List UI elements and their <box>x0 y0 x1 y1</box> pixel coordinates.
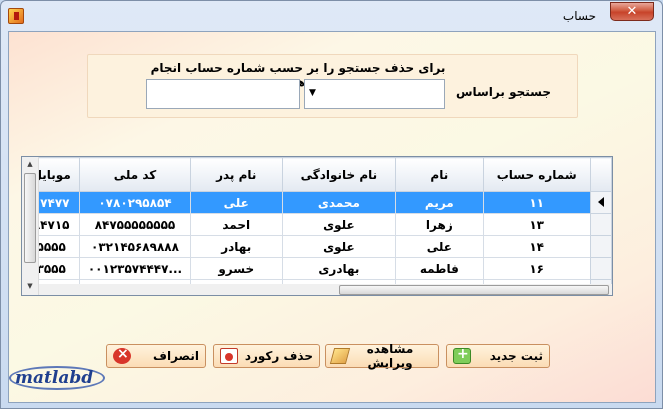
search-field-dropdown[interactable]: ▼ <box>304 79 445 109</box>
cell-father-name[interactable]: بهادر <box>189 235 283 258</box>
table-row-selected[interactable]: ۱۱ مریم محمدی علی ۰۷۸۰۲۹۵۸۵۴ ۱۷۴۷۷ <box>22 191 612 214</box>
cell-father-name[interactable]: احمد <box>189 213 283 236</box>
cell-national-code[interactable]: ۰۳۲۱۴۵۶۸۹۸۸۸ <box>79 235 191 258</box>
logo-text: matlabd <box>15 368 94 388</box>
delete-record-label: حذف رکورد <box>244 349 313 363</box>
row-header-cell[interactable] <box>589 191 612 214</box>
row-header-cell[interactable] <box>589 235 612 258</box>
column-header-national-code[interactable]: کد ملی <box>79 157 191 192</box>
view-edit-label: مشاهده ویرایش <box>366 342 414 370</box>
window-title: حساب <box>562 9 596 23</box>
search-input[interactable] <box>146 79 300 109</box>
cell-last-name[interactable]: علوی <box>281 235 396 258</box>
accounts-grid[interactable]: شماره حساب نام نام خانوادگی نام پدر کد م… <box>21 156 613 296</box>
column-header-last-name[interactable]: نام خانوادگی <box>281 157 396 192</box>
column-header-father-name[interactable]: نام پدر <box>189 157 283 192</box>
cell-account-number[interactable]: ۱۶ <box>482 257 591 280</box>
cell-national-code[interactable]: ۰۷۸۰۲۹۵۸۵۴ <box>79 191 191 214</box>
cell-last-name[interactable]: علوی <box>281 213 396 236</box>
new-record-label: ثبت جدید <box>489 349 543 363</box>
cell-account-number[interactable]: ۱۱ <box>482 191 591 214</box>
app-icon <box>8 8 24 24</box>
horizontal-scrollbar[interactable] <box>39 284 612 295</box>
table-row[interactable]: ۱۴ علی علوی بهادر ۰۳۲۱۴۵۶۸۹۸۸۸ ۵۵۵۵ <box>22 235 612 258</box>
cell-national-code[interactable]: ۰۰۱۲۳۵۷۴۴۴۷... <box>79 257 191 280</box>
cell-account-number[interactable]: ۱۳ <box>482 213 591 236</box>
chevron-down-icon[interactable]: ▼ <box>309 88 316 98</box>
new-record-button[interactable]: ثبت جدید <box>446 344 550 368</box>
vertical-scroll-thumb[interactable] <box>24 173 36 263</box>
row-header-cell[interactable] <box>589 213 612 236</box>
column-header-first-name[interactable]: نام <box>394 157 484 192</box>
cell-first-name[interactable]: فاطمه <box>394 257 484 280</box>
search-by-label: جستجو براساس <box>455 85 551 99</box>
form-client-area: برای حذف جستجو را بر حسب شماره حساب انجا… <box>8 31 656 403</box>
row-header-corner <box>589 157 612 192</box>
current-row-arrow-icon <box>597 196 604 207</box>
cancel-x-icon <box>113 346 131 364</box>
cell-father-name[interactable]: خسرو <box>189 257 283 280</box>
close-button[interactable]: ✕ <box>610 2 654 21</box>
cell-first-name[interactable]: زهرا <box>394 213 484 236</box>
cell-last-name[interactable]: محمدی <box>281 191 396 214</box>
table-row[interactable]: ۱۳ زهرا علوی احمد ۸۴۷۵۵۵۵۵۵۵۵ ۸۴۷۱۵ <box>22 213 612 236</box>
cell-father-name[interactable]: علی <box>189 191 283 214</box>
cancel-label: انصراف <box>153 349 199 363</box>
table-row[interactable]: ۱۶ فاطمه بهادری خسرو ۰۰۱۲۳۵۷۴۴۴۷... ۳۵۵۵ <box>22 257 612 280</box>
vertical-scrollbar[interactable]: ▲ ▼ <box>22 157 39 295</box>
row-header-cell[interactable] <box>589 257 612 280</box>
delete-record-button[interactable]: حذف رکورد <box>213 344 320 368</box>
column-header-account-number[interactable]: شماره حساب <box>482 157 591 192</box>
delete-icon <box>220 348 238 364</box>
view-edit-button[interactable]: مشاهده ویرایش <box>325 342 439 370</box>
cell-national-code[interactable]: ۸۴۷۵۵۵۵۵۵۵۵ <box>79 213 191 236</box>
app-window: حساب ✕ برای حذف جستجو را بر حسب شماره حس… <box>0 0 663 409</box>
cell-first-name[interactable]: مریم <box>394 191 484 214</box>
cell-last-name[interactable]: بهادری <box>281 257 396 280</box>
accounts-table: شماره حساب نام نام خانوادگی نام پدر کد م… <box>22 157 612 295</box>
cell-first-name[interactable]: علی <box>394 235 484 258</box>
search-panel: برای حذف جستجو را بر حسب شماره حساب انجا… <box>87 54 578 118</box>
cell-account-number[interactable]: ۱۴ <box>482 235 591 258</box>
scroll-down-arrow-icon[interactable]: ▼ <box>22 279 38 293</box>
horizontal-scroll-thumb[interactable] <box>339 285 609 295</box>
cancel-button[interactable]: انصراف <box>106 344 206 368</box>
add-icon <box>453 346 471 364</box>
scroll-up-arrow-icon[interactable]: ▲ <box>22 157 38 171</box>
watermark-logo: matlabd <box>9 361 109 395</box>
title-bar[interactable]: حساب ✕ <box>1 1 662 31</box>
header-row: شماره حساب نام نام خانوادگی نام پدر کد م… <box>22 157 612 192</box>
